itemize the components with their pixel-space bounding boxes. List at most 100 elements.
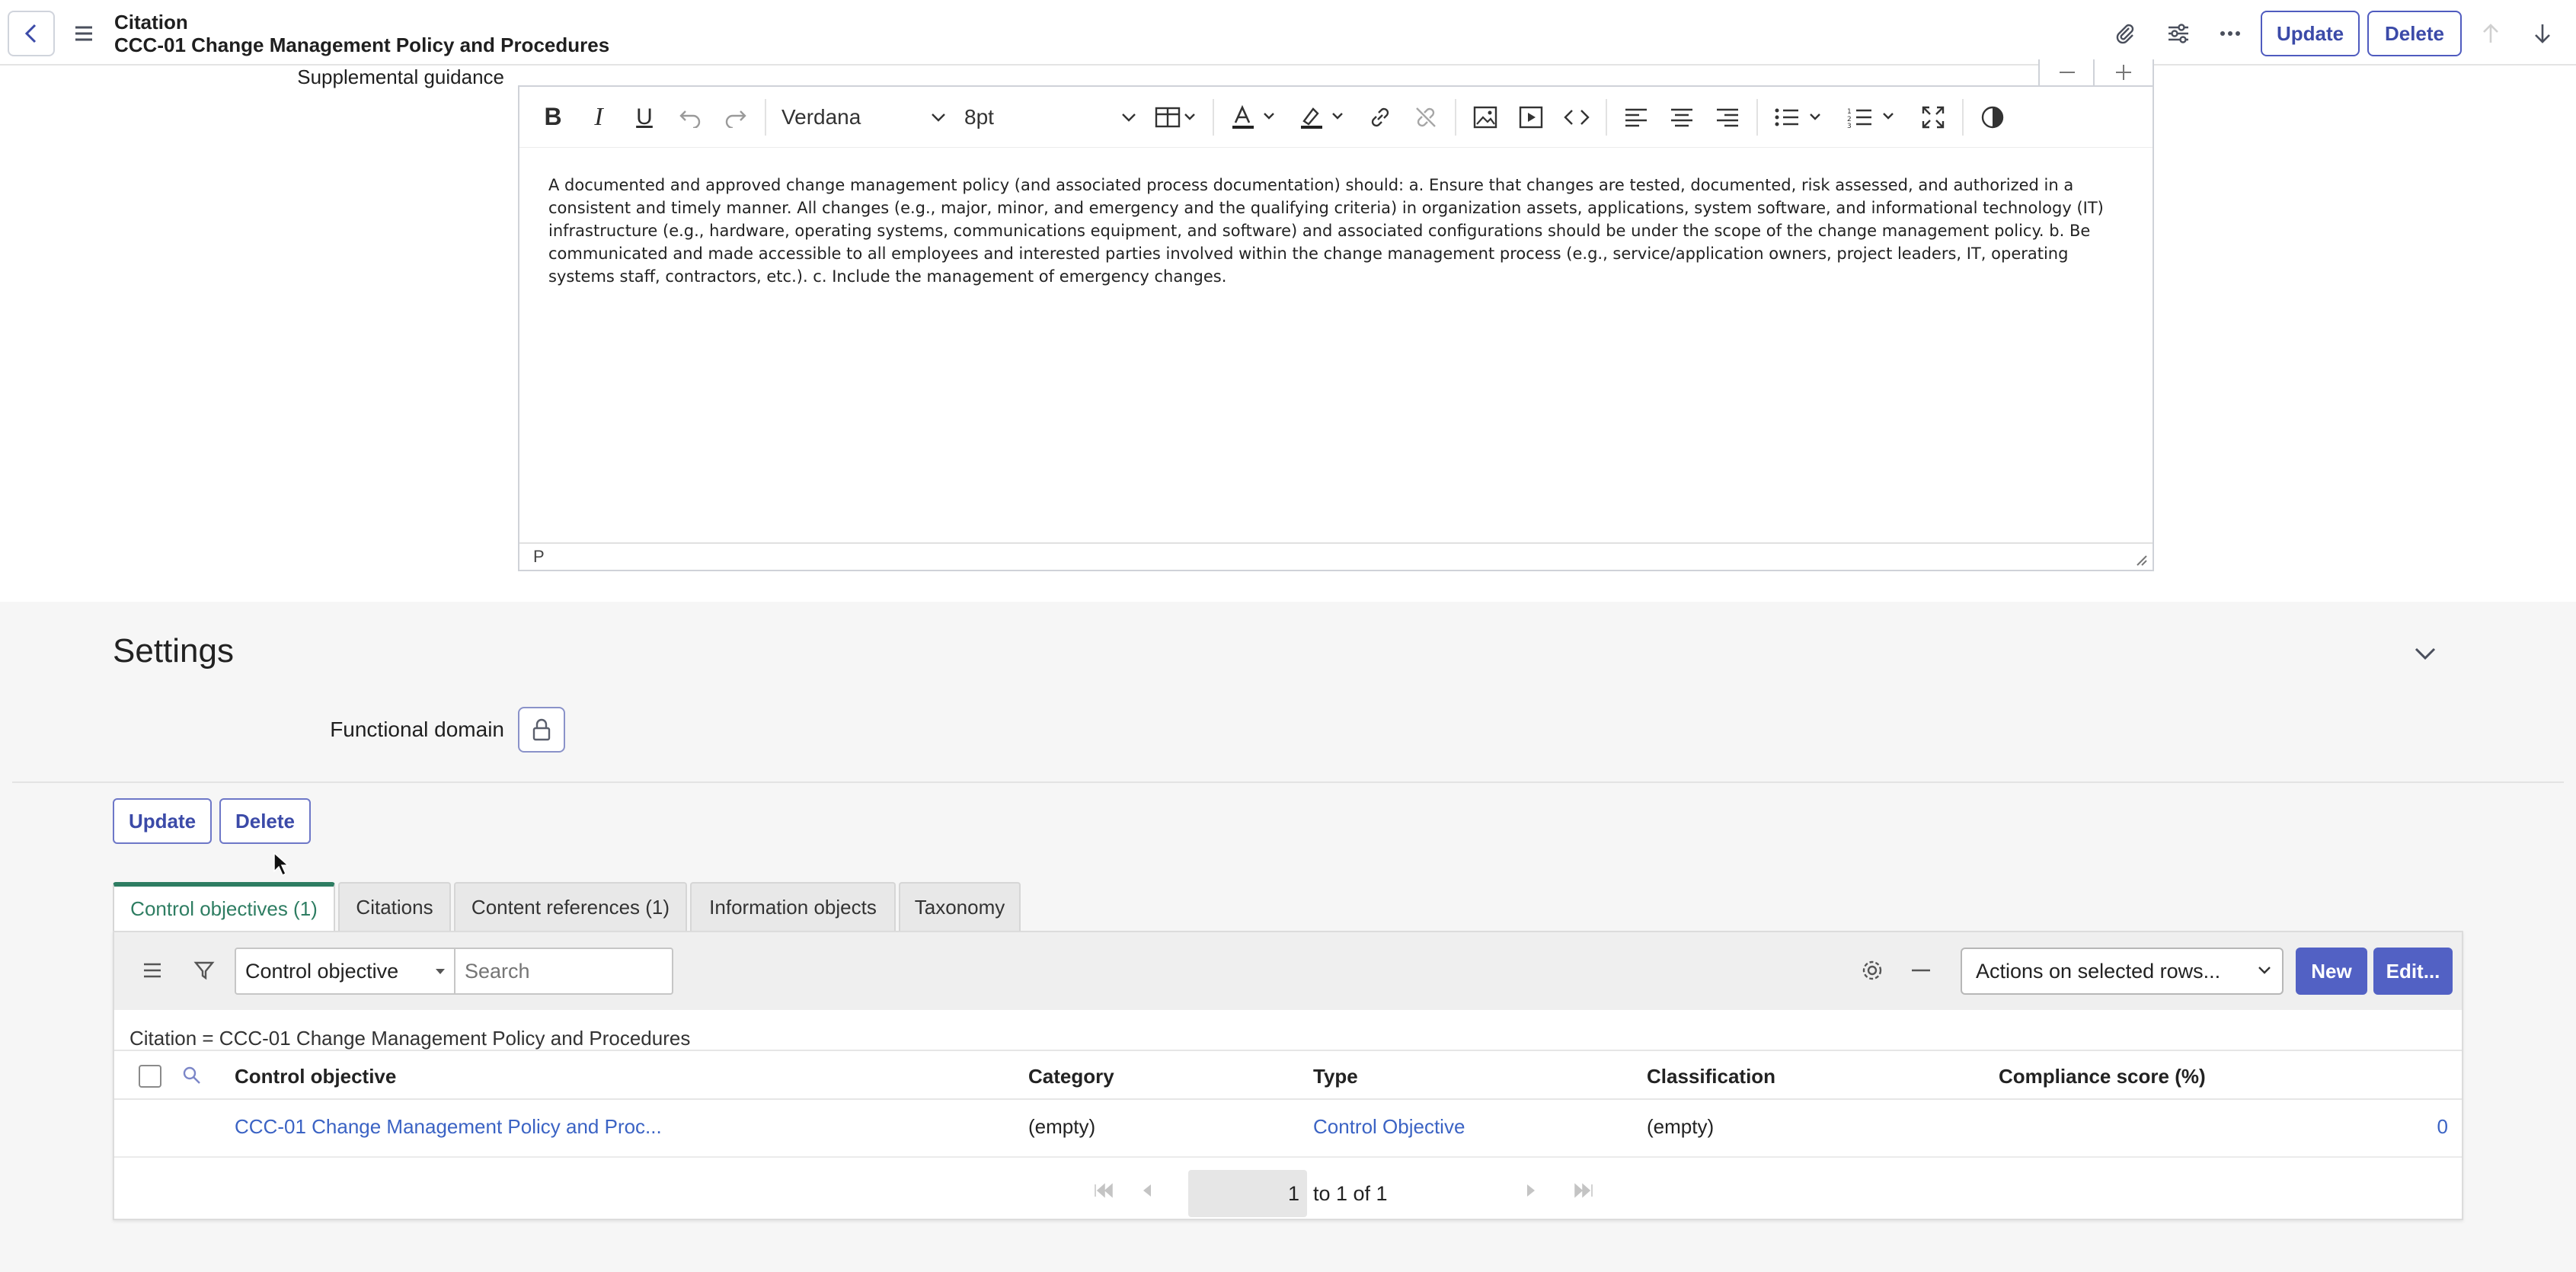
source-code-button[interactable]: [1554, 94, 1600, 140]
category-cell: (empty): [1028, 1115, 1096, 1138]
page-number-input[interactable]: 1: [1188, 1170, 1307, 1217]
search-field-select[interactable]: Control objective: [235, 948, 455, 995]
rich-text-editor[interactable]: B I U Verdana 8pt 1 2 3 A documented and…: [518, 85, 2154, 571]
list-search-input[interactable]: [455, 948, 673, 995]
column-header-type[interactable]: Type: [1313, 1065, 1358, 1088]
header-delete-button[interactable]: Delete: [2367, 11, 2462, 56]
editor-shrink-button[interactable]: [2038, 59, 2096, 87]
insert-video-button[interactable]: [1508, 94, 1554, 140]
insert-link-button[interactable]: [1357, 94, 1403, 140]
type-link[interactable]: Control Objective: [1313, 1115, 1465, 1139]
search-field-value: Control objective: [245, 960, 399, 983]
underline-icon: U: [636, 104, 653, 129]
contrast-button[interactable]: [1970, 94, 2015, 140]
table-button[interactable]: [1146, 94, 1207, 140]
header-update-button[interactable]: Update: [2261, 11, 2360, 56]
list-settings-gear-icon[interactable]: [1857, 955, 1887, 986]
tab-control-objectives[interactable]: Control objectives (1): [113, 882, 335, 931]
italic-button[interactable]: I: [576, 94, 622, 140]
mouse-cursor-icon: [273, 852, 289, 877]
editor-content[interactable]: A documented and approved change managem…: [548, 174, 2117, 288]
highlight-color-button[interactable]: [1289, 94, 1357, 140]
column-header-classification[interactable]: Classification: [1647, 1065, 1775, 1088]
menu-icon[interactable]: [73, 23, 94, 44]
chevron-down-icon: [1122, 113, 1136, 122]
text-color-button[interactable]: [1220, 94, 1289, 140]
undo-button[interactable]: [667, 94, 713, 140]
toolbar-divider: [1455, 98, 1456, 136]
numbered-list-icon: 123: [1847, 108, 1894, 129]
toolbar-divider: [1606, 98, 1607, 136]
font-family-select[interactable]: Verdana: [772, 94, 955, 140]
list-toolbar: Control objective Actions on selected ro…: [114, 932, 2462, 1010]
actions-on-selected-rows-select[interactable]: Actions on selected rows...: [1961, 948, 2284, 995]
element-path: P: [533, 547, 545, 566]
filter-icon[interactable]: [189, 955, 219, 986]
chevron-left-icon: [24, 24, 37, 43]
table-header-row: Control objective Category Type Classifi…: [114, 1050, 2462, 1100]
toolbar-divider: [765, 98, 766, 136]
remove-link-button[interactable]: [1403, 94, 1449, 140]
filter-breadcrumb[interactable]: Citation = CCC-01 Change Management Poli…: [129, 1027, 690, 1050]
page-summary: to 1 of 1: [1313, 1182, 1388, 1205]
caret-down-icon: [436, 969, 445, 974]
column-search-icon[interactable]: [181, 1065, 203, 1090]
link-icon: [1371, 107, 1389, 126]
list-menu-icon[interactable]: [137, 955, 168, 986]
insert-image-button[interactable]: [1462, 94, 1508, 140]
tab-content-references[interactable]: Content references (1): [454, 882, 687, 931]
personalize-form-icon[interactable]: [2165, 20, 2192, 47]
form-header: Citation CCC-01 Change Management Policy…: [0, 0, 2576, 66]
new-button[interactable]: New: [2296, 948, 2367, 995]
collapse-list-icon[interactable]: [1906, 955, 1936, 986]
highlighter-icon: [1301, 107, 1343, 129]
editor-toolbar: B I U Verdana 8pt 1 2 3: [519, 87, 2153, 148]
minus-icon: [2060, 72, 2075, 73]
next-page-icon[interactable]: [1520, 1179, 1543, 1202]
align-right-button[interactable]: [1705, 94, 1750, 140]
column-header-category[interactable]: Category: [1028, 1065, 1114, 1088]
tab-information-objects[interactable]: Information objects: [690, 882, 896, 931]
supplemental-guidance-label: Supplemental guidance: [297, 66, 504, 88]
tab-citations[interactable]: Citations: [338, 882, 451, 931]
compliance-score-link[interactable]: 0: [2437, 1115, 2448, 1139]
collapse-settings-chevron-icon[interactable]: [2410, 638, 2440, 669]
functional-domain-lock-button[interactable]: [518, 707, 565, 753]
control-objective-link[interactable]: CCC-01 Change Management Policy and Proc…: [235, 1115, 662, 1139]
previous-page-icon[interactable]: [1135, 1179, 1158, 1202]
chevron-down-icon: [932, 113, 945, 122]
form-update-button[interactable]: Update: [113, 798, 212, 844]
first-page-icon[interactable]: [1092, 1179, 1115, 1202]
resize-handle-icon[interactable]: [2133, 551, 2148, 567]
next-record-arrow-icon[interactable]: [2529, 20, 2556, 47]
redo-button[interactable]: [713, 94, 759, 140]
back-button[interactable]: [8, 11, 55, 56]
edit-button[interactable]: Edit...: [2373, 948, 2453, 995]
editor-expand-button[interactable]: [2093, 59, 2154, 87]
related-list-panel: Control objective Actions on selected ro…: [113, 931, 2463, 1220]
lock-icon: [532, 718, 551, 741]
settings-title: Settings: [113, 632, 234, 670]
video-icon: [1519, 106, 1543, 128]
last-page-icon[interactable]: [1572, 1179, 1595, 1202]
column-header-control-objective[interactable]: Control objective: [235, 1065, 396, 1088]
fullscreen-button[interactable]: [1910, 94, 1956, 140]
record-name: CCC-01 Change Management Policy and Proc…: [114, 34, 610, 56]
more-options-icon[interactable]: [2216, 20, 2244, 47]
plus-icon: [2116, 65, 2131, 80]
previous-record-arrow-icon[interactable]: [2477, 20, 2504, 47]
attachment-icon[interactable]: [2111, 20, 2139, 47]
form-delete-button[interactable]: Delete: [219, 798, 311, 844]
column-header-compliance-score[interactable]: Compliance score (%): [1999, 1065, 2206, 1088]
underline-button[interactable]: U: [622, 94, 667, 140]
table-icon: [1155, 107, 1195, 127]
bullet-list-button[interactable]: [1764, 94, 1837, 140]
align-center-button[interactable]: [1659, 94, 1705, 140]
select-all-checkbox[interactable]: [139, 1065, 161, 1088]
tab-taxonomy[interactable]: Taxonomy: [899, 882, 1021, 931]
bold-button[interactable]: B: [530, 94, 576, 140]
numbered-list-button[interactable]: 123: [1837, 94, 1910, 140]
unlink-icon: [1416, 107, 1436, 127]
font-size-select[interactable]: 8pt: [955, 94, 1146, 140]
align-left-button[interactable]: [1613, 94, 1659, 140]
